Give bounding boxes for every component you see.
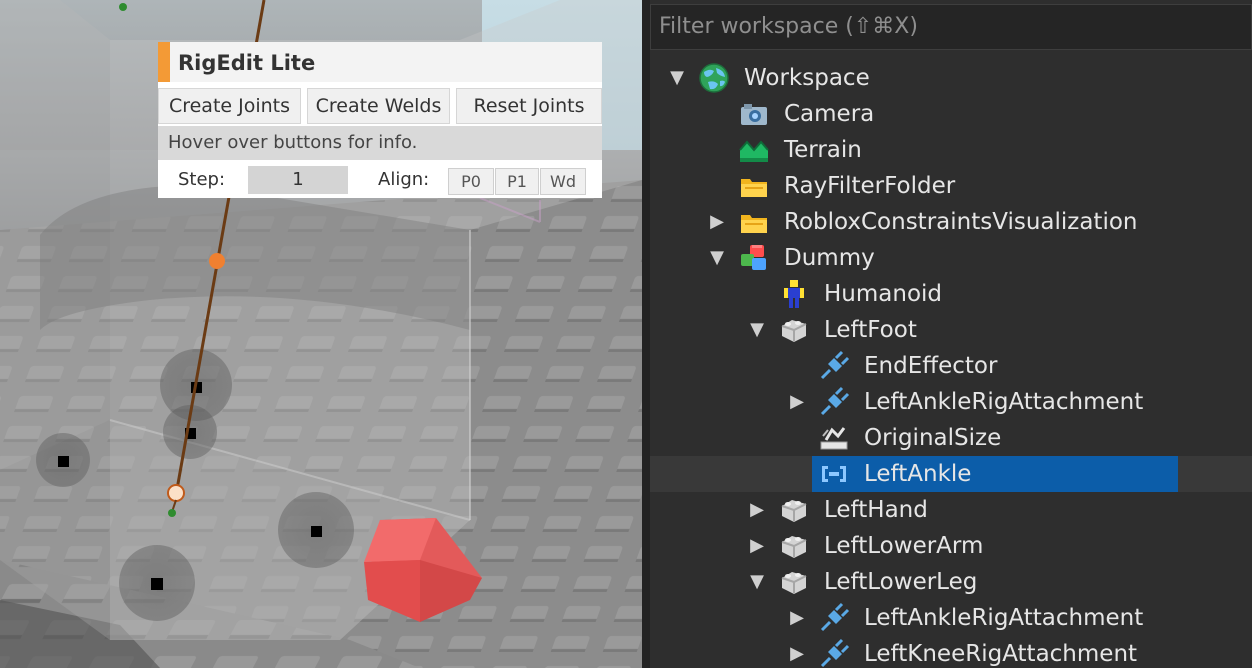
camera-icon	[738, 98, 770, 130]
tree-item-label: RayFilterFolder	[784, 173, 956, 199]
tree-row-robloxconstraintsvisualization[interactable]: ▶ RobloxConstraintsVisualization	[650, 204, 1252, 240]
tree-row-rayfilterfolder[interactable]: RayFilterFolder	[650, 168, 1252, 204]
collapse-arrow-icon[interactable]: ▶	[786, 606, 808, 630]
tree-row-leftanklerigattachment[interactable]: ▶ LeftAnkleRigAttachment	[650, 384, 1252, 420]
tree-item-label: Terrain	[784, 137, 862, 163]
terrain-icon	[738, 134, 770, 166]
collapse-arrow-icon[interactable]: ▶	[746, 498, 768, 522]
rigedit-panel: RigEdit Lite Create Joints Create Welds …	[158, 42, 602, 198]
step-input[interactable]: 1	[248, 166, 348, 194]
tree-row-leftankle[interactable]: LeftAnkle	[650, 456, 1252, 492]
tree-row-leftkneerigattachment[interactable]: ▶ LeftKneeRigAttachment	[650, 636, 1252, 668]
expand-arrow-icon[interactable]: ▼	[746, 570, 768, 594]
attachment-icon	[818, 638, 850, 668]
meshpart-icon	[778, 494, 810, 526]
panel-divider[interactable]	[642, 0, 650, 668]
tree-item-label: EndEffector	[864, 353, 998, 379]
title-accent-bar	[158, 42, 170, 82]
align-label: Align:	[378, 169, 430, 190]
rigedit-button-row: Create Joints Create Welds Reset Joints	[158, 88, 602, 124]
expand-arrow-icon[interactable]: ▼	[706, 246, 728, 270]
expand-arrow-icon[interactable]: ▼	[746, 318, 768, 342]
meshpart-icon	[778, 530, 810, 562]
collapse-arrow-icon[interactable]: ▶	[786, 642, 808, 666]
globe-icon	[698, 62, 730, 94]
tree-item-label: RobloxConstraintsVisualization	[784, 209, 1138, 235]
tree-row-camera[interactable]: Camera	[650, 96, 1252, 132]
humanoid-icon	[778, 278, 810, 310]
handle-point[interactable]	[167, 484, 185, 502]
tree-item-label: LeftLowerArm	[824, 533, 984, 559]
tree-row-humanoid[interactable]: Humanoid	[650, 276, 1252, 312]
tree-row-leftlowerleg[interactable]: ▼ LeftLowerLeg	[650, 564, 1252, 600]
collapse-arrow-icon[interactable]: ▶	[786, 390, 808, 414]
collapse-arrow-icon[interactable]: ▶	[706, 210, 728, 234]
info-text: Hover over buttons for info.	[158, 126, 602, 160]
value-icon	[818, 422, 850, 454]
align-p1-button[interactable]: P1	[495, 168, 539, 195]
rigedit-title: RigEdit Lite	[178, 51, 316, 75]
tree-row-lefthand[interactable]: ▶ LeftHand	[650, 492, 1252, 528]
tree-row-leftanklerigattachment[interactable]: ▶ LeftAnkleRigAttachment	[650, 600, 1252, 636]
tree-row-workspace[interactable]: ▼ Workspace	[650, 60, 1252, 96]
tree-item-label: LeftAnkleRigAttachment	[864, 389, 1144, 415]
reset-joints-button[interactable]: Reset Joints	[456, 88, 602, 124]
joint-marker[interactable]	[58, 456, 69, 467]
folder-icon	[738, 206, 770, 238]
meshpart-icon	[778, 566, 810, 598]
tree-item-label: Camera	[784, 101, 875, 127]
tree-row-leftfoot[interactable]: ▼ LeftFoot	[650, 312, 1252, 348]
tree-row-terrain[interactable]: Terrain	[650, 132, 1252, 168]
filter-workspace-input[interactable]: Filter workspace (⇧⌘X)	[650, 4, 1252, 50]
joint-marker[interactable]	[151, 578, 163, 590]
attachment-icon	[818, 350, 850, 382]
explorer-panel: Filter workspace (⇧⌘X) ▼ Workspace Camera T…	[650, 0, 1252, 668]
create-welds-button[interactable]: Create Welds	[307, 88, 450, 124]
attachment-icon	[818, 386, 850, 418]
rigedit-step-row: Step: 1 Align: P0 P1 Wd	[158, 163, 602, 197]
align-wd-button[interactable]: Wd	[540, 168, 586, 195]
tree-item-label: Workspace	[744, 65, 870, 91]
model-icon	[738, 242, 770, 274]
tree-item-label: LeftLowerLeg	[824, 569, 978, 595]
align-p0-button[interactable]: P0	[448, 168, 494, 195]
collapse-arrow-icon[interactable]: ▶	[746, 534, 768, 558]
tree-row-originalsize[interactable]: OriginalSize	[650, 420, 1252, 456]
create-joints-button[interactable]: Create Joints	[158, 88, 301, 124]
tree-item-label: LeftHand	[824, 497, 928, 523]
tree-item-label: OriginalSize	[864, 425, 1002, 451]
joint-marker[interactable]	[311, 526, 322, 537]
motor-icon	[818, 458, 850, 490]
handle-point[interactable]	[209, 253, 225, 269]
tree-item-label: Dummy	[784, 245, 875, 271]
meshpart-icon	[778, 314, 810, 346]
step-label: Step:	[178, 169, 226, 190]
tree-item-label: Humanoid	[824, 281, 943, 307]
tree-item-label: LeftAnkleRigAttachment	[864, 605, 1144, 631]
expand-arrow-icon[interactable]: ▼	[666, 66, 688, 90]
rigedit-titlebar: RigEdit Lite	[158, 42, 602, 82]
tree-row-dummy[interactable]: ▼ Dummy	[650, 240, 1252, 276]
tree-item-label: LeftAnkle	[864, 461, 972, 487]
tree-row-leftlowerarm[interactable]: ▶ LeftLowerArm	[650, 528, 1252, 564]
attachment-icon	[818, 602, 850, 634]
tree-item-label: LeftKneeRigAttachment	[864, 641, 1138, 667]
tree-row-endeffector[interactable]: EndEffector	[650, 348, 1252, 384]
attachment-point[interactable]	[119, 3, 127, 11]
attachment-point[interactable]	[168, 509, 176, 517]
folder-icon	[738, 170, 770, 202]
3d-viewport[interactable]: RigEdit Lite Create Joints Create Welds …	[0, 0, 642, 668]
tree-item-label: LeftFoot	[824, 317, 917, 343]
